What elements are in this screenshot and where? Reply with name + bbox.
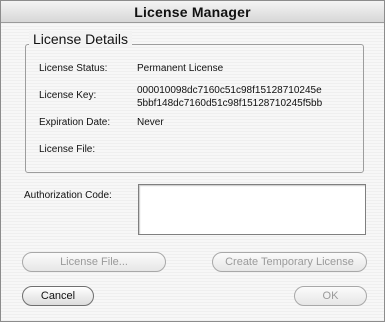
authorization-code-input[interactable] bbox=[138, 184, 366, 235]
license-manager-window: License Manager License Details License … bbox=[0, 0, 385, 322]
license-key-label: License Key: bbox=[39, 90, 97, 101]
authorization-code-label: Authorization Code: bbox=[24, 190, 112, 201]
license-file-button[interactable]: License File... bbox=[22, 252, 166, 272]
create-temporary-license-button[interactable]: Create Temporary License bbox=[212, 252, 367, 272]
license-key-line-1: 000010098dc7160c51c98f15128710245e bbox=[137, 85, 322, 96]
ok-button[interactable]: OK bbox=[294, 286, 367, 306]
license-details-title: License Details bbox=[29, 31, 132, 47]
cancel-button[interactable]: Cancel bbox=[22, 286, 94, 306]
license-key-line-2: 5bbf148dc7160d51c98f15128710245f5bb bbox=[137, 98, 323, 109]
window-title: License Manager bbox=[1, 1, 384, 23]
license-file-label: License File: bbox=[39, 144, 96, 155]
license-status-label: License Status: bbox=[39, 63, 108, 74]
license-status-value: Permanent License bbox=[137, 63, 224, 74]
expiration-date-label: Expiration Date: bbox=[39, 117, 111, 128]
expiration-date-value: Never bbox=[137, 117, 164, 128]
